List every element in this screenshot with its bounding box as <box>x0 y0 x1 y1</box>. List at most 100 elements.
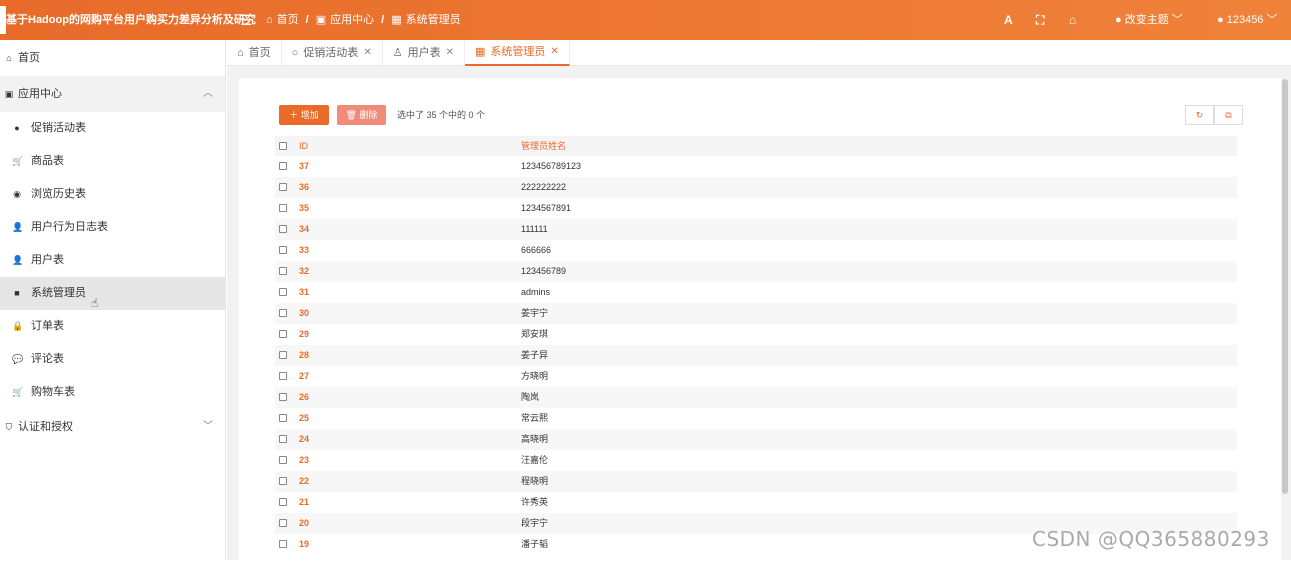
row-checkbox[interactable] <box>279 267 287 275</box>
table-header: ID 管理员姓名 <box>275 136 1237 156</box>
fullscreen-icon[interactable]: ⛶ <box>1036 0 1044 40</box>
sidebar-item-products[interactable]: 🛒 商品表 <box>0 145 225 178</box>
plus-icon: ＋ <box>289 110 299 120</box>
theme-switcher[interactable]: ● 改变主题 ﹀ <box>1115 0 1183 40</box>
square-icon: ■ <box>14 288 20 298</box>
bag-icon: 🔒 <box>12 321 24 331</box>
table-row[interactable]: 31 admins <box>275 282 1237 303</box>
sidebar-item-behavior-log[interactable]: 👤 用户行为日志表 <box>0 211 225 244</box>
row-checkbox[interactable] <box>279 246 287 254</box>
table-row[interactable]: 30 姜宇宁 <box>275 303 1237 324</box>
row-checkbox[interactable] <box>279 288 287 296</box>
table-row[interactable]: 34 111111 <box>275 219 1237 240</box>
home-icon[interactable]: ⌂ <box>1069 0 1076 40</box>
tab-home[interactable]: ⌂ 首页 <box>227 40 282 66</box>
grid-icon: ▦ <box>474 46 486 58</box>
table-row[interactable]: 21 许秀英 <box>275 492 1237 513</box>
cell-id: 29 <box>299 329 310 339</box>
cell-admin-name: 许秀英 <box>521 497 549 507</box>
row-checkbox[interactable] <box>279 309 287 317</box>
home-icon: ⌂ <box>237 47 244 59</box>
menu-toggle-icon[interactable]: ☰ <box>240 0 253 40</box>
row-checkbox[interactable] <box>279 330 287 338</box>
export-icon[interactable]: ⧉ <box>1214 105 1243 125</box>
sidebar-item-shopping-cart[interactable]: 🛒 购物车表 <box>0 376 225 409</box>
row-checkbox[interactable] <box>279 393 287 401</box>
chevron-down-icon: ﹀ <box>1266 14 1278 26</box>
table-row[interactable]: 35 1234567891 <box>275 198 1237 219</box>
sidebar-item-orders[interactable]: 🔒 订单表 <box>0 310 225 343</box>
row-checkbox[interactable] <box>279 540 287 548</box>
breadcrumb-item-app-center[interactable]: 应用中心 <box>330 0 374 40</box>
tab-users[interactable]: ♙ 用户表 ✕ <box>383 40 465 66</box>
close-icon[interactable]: ✕ <box>363 40 371 66</box>
select-all-checkbox[interactable] <box>279 142 287 150</box>
add-button[interactable]: ＋ 增加 <box>279 105 329 125</box>
sidebar-item-home[interactable]: ⌂ 首页 <box>0 40 225 76</box>
breadcrumb-item-home[interactable]: 首页 <box>277 0 299 40</box>
app-icon: ▣ <box>315 14 327 26</box>
user-icon: 👤 <box>12 222 24 232</box>
close-icon[interactable]: ✕ <box>446 40 454 66</box>
column-header-id[interactable]: ID <box>299 136 308 156</box>
cell-admin-name: admins <box>521 287 551 297</box>
table-row[interactable]: 24 高晓明 <box>275 429 1237 450</box>
table-row[interactable]: 22 程晓明 <box>275 471 1237 492</box>
row-checkbox[interactable] <box>279 162 287 170</box>
close-icon[interactable]: ✕ <box>550 39 558 65</box>
sidebar-item-promotions[interactable]: ● 促销活动表 <box>0 112 225 145</box>
column-header-name[interactable]: 管理员姓名 <box>521 136 566 156</box>
cell-id: 21 <box>299 497 310 507</box>
row-checkbox[interactable] <box>279 204 287 212</box>
delete-button[interactable]: 🗑 删除 <box>337 105 386 125</box>
tab-admins[interactable]: ▦ 系统管理员 ✕ <box>464 39 570 66</box>
circle-icon: ○ <box>291 47 299 59</box>
user-icon: ♙ <box>392 47 403 59</box>
cell-admin-name: 程晓明 <box>521 476 549 486</box>
cell-id: 23 <box>299 455 310 465</box>
selection-info: 选中了 35 个中的 0 个 <box>397 110 486 120</box>
watermark: CSDN @QQ365880293 <box>1032 527 1270 551</box>
table-row[interactable]: 26 陶岚 <box>275 387 1237 408</box>
table-row[interactable]: 28 姜子异 <box>275 345 1237 366</box>
top-navbar: 基于Hadoop的网购平台用户购买力差异分析及研究 ☰ ⌂ 首页 / ▣ 应用中… <box>0 0 1291 40</box>
row-checkbox[interactable] <box>279 183 287 191</box>
cell-admin-name: 陶岚 <box>521 392 540 402</box>
row-checkbox[interactable] <box>279 435 287 443</box>
table-row[interactable]: 29 郑安琪 <box>275 324 1237 345</box>
app-title: 基于Hadoop的网购平台用户购买力差异分析及研究 <box>0 0 256 40</box>
table-row[interactable]: 32 123456789 <box>275 261 1237 282</box>
sidebar-item-browse-history[interactable]: ◉ 浏览历史表 <box>0 178 225 211</box>
row-checkbox[interactable] <box>279 351 287 359</box>
page-scrollbar[interactable] <box>1282 79 1288 494</box>
table-row[interactable]: 36 222222222 <box>275 177 1237 198</box>
cell-admin-name: 方晓明 <box>521 371 549 381</box>
row-checkbox[interactable] <box>279 225 287 233</box>
mouse-cursor-icon: ☝ <box>91 296 99 310</box>
tab-promotions[interactable]: ○ 促销活动表 ✕ <box>282 40 383 66</box>
table-row[interactable]: 33 666666 <box>275 240 1237 261</box>
row-checkbox[interactable] <box>279 519 287 527</box>
table-row[interactable]: 37 123456789123 <box>275 156 1237 177</box>
table-row[interactable]: 27 方晓明 <box>275 366 1237 387</box>
row-checkbox[interactable] <box>279 456 287 464</box>
table-row[interactable]: 23 汪嘉伦 <box>275 450 1237 471</box>
cell-id: 31 <box>299 287 310 297</box>
cell-admin-name: 666666 <box>521 245 552 255</box>
font-size-icon[interactable]: A <box>1004 0 1013 40</box>
row-checkbox[interactable] <box>279 498 287 506</box>
table-row[interactable]: 25 常云熙 <box>275 408 1237 429</box>
refresh-icon[interactable]: ↻ <box>1185 105 1214 125</box>
user-menu[interactable]: ● 123456 ﹀ <box>1217 0 1278 40</box>
row-checkbox[interactable] <box>279 414 287 422</box>
row-checkbox[interactable] <box>279 372 287 380</box>
sidebar-item-comments[interactable]: 💬 评论表 <box>0 343 225 376</box>
grid-icon: ▦ <box>391 14 402 26</box>
sidebar-item-admins[interactable]: ■ 系统管理员 <box>0 277 225 310</box>
sidebar-group-app-center[interactable]: ▣ 应用中心 ︿ <box>0 76 225 112</box>
cell-admin-name: 段宇宁 <box>521 518 549 528</box>
sidebar-item-users[interactable]: 👤 用户表 <box>0 244 225 277</box>
cell-id: 22 <box>299 476 310 486</box>
sidebar-group-auth[interactable]: ⛉ 认证和授权 ﹀ <box>0 409 225 445</box>
row-checkbox[interactable] <box>279 477 287 485</box>
